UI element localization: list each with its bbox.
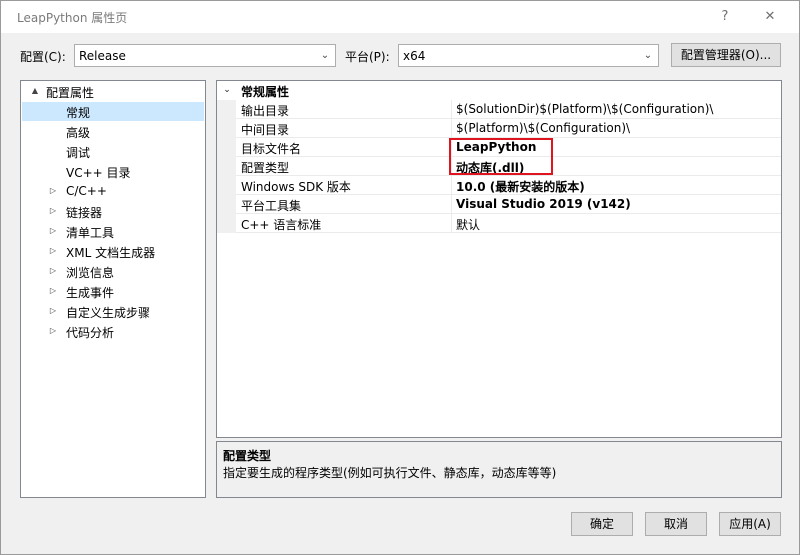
property-name: Windows SDK 版本 <box>241 180 351 194</box>
collapsed-triangle-icon[interactable]: ▷ <box>48 245 58 257</box>
tree-item-code-analysis[interactable]: ▷ 代码分析 <box>22 322 204 341</box>
tree-item-label: 调试 <box>66 146 91 160</box>
category-label: 常规属性 <box>241 85 290 99</box>
tree-item-label: C/C++ <box>66 184 107 198</box>
tree-item-label: 自定义生成步骤 <box>66 306 151 320</box>
expanded-triangle-icon[interactable]: ▲ <box>30 85 40 97</box>
tree-item-c-cpp[interactable]: ▷ C/C++ <box>22 182 204 201</box>
row-gutter <box>217 176 236 195</box>
property-name: 平台工具集 <box>241 199 302 213</box>
tree-item-label: 清单工具 <box>66 226 115 240</box>
tree-root-label: 配置属性 <box>46 86 95 100</box>
tree-item-label: 高级 <box>66 126 91 140</box>
chevron-down-icon: ⌄ <box>320 50 330 61</box>
chevron-down-icon: ⌄ <box>643 50 653 61</box>
tree-item-manifest-tool[interactable]: ▷ 清单工具 <box>22 222 204 241</box>
title-bar: LeapPython 属性页 ? ✕ <box>1 1 799 33</box>
dialog-title: LeapPython 属性页 <box>17 11 128 25</box>
property-row-output-dir[interactable]: 输出目录 $(SolutionDir)$(Platform)\$(Configu… <box>217 100 781 119</box>
platform-value: x64 <box>403 49 426 63</box>
tree-item-label: 浏览信息 <box>66 266 115 280</box>
property-row-platform-toolset[interactable]: 平台工具集 Visual Studio 2019 (v142) <box>217 195 781 214</box>
property-name: 输出目录 <box>241 104 290 118</box>
row-gutter <box>217 214 236 233</box>
help-icon[interactable]: ? <box>712 5 738 29</box>
row-gutter <box>217 157 236 176</box>
category-general-properties[interactable]: ⌄ 常规属性 <box>217 81 781 100</box>
ok-button[interactable]: 确定 <box>571 512 633 536</box>
collapsed-triangle-icon[interactable]: ▷ <box>48 325 58 337</box>
property-row-intermediate-dir[interactable]: 中间目录 $(Platform)\$(Configuration)\ <box>217 119 781 138</box>
property-value[interactable]: 默认 <box>456 216 480 233</box>
collapsed-triangle-icon[interactable]: ▷ <box>48 265 58 277</box>
description-title: 配置类型 <box>223 449 272 463</box>
row-gutter <box>217 100 236 119</box>
column-divider <box>451 100 452 119</box>
collapsed-triangle-icon[interactable]: ▷ <box>48 305 58 317</box>
property-name: C++ 语言标准 <box>241 218 322 232</box>
column-divider <box>451 119 452 138</box>
row-gutter <box>217 138 236 157</box>
property-value[interactable]: Visual Studio 2019 (v142) <box>456 197 631 211</box>
row-gutter <box>217 195 236 214</box>
tree-item-general[interactable]: 常规 <box>22 102 204 121</box>
collapsed-triangle-icon[interactable]: ▷ <box>48 225 58 237</box>
column-divider <box>451 176 452 195</box>
apply-button[interactable]: 应用(A) <box>719 512 781 536</box>
platform-label: 平台(P): <box>345 50 390 64</box>
property-value[interactable]: $(SolutionDir)$(Platform)\$(Configuratio… <box>456 102 713 116</box>
collapsed-triangle-icon[interactable]: ▷ <box>48 205 58 217</box>
property-row-windows-sdk-version[interactable]: Windows SDK 版本 10.0 (最新安装的版本) <box>217 176 781 195</box>
tree-item-label: 代码分析 <box>66 326 115 340</box>
property-value[interactable]: $(Platform)\$(Configuration)\ <box>456 121 630 135</box>
close-icon[interactable]: ✕ <box>757 5 783 29</box>
config-value: Release <box>79 49 126 63</box>
property-pages-dialog: LeapPython 属性页 ? ✕ 配置(C): Release ⌄ 平台(P… <box>0 0 800 555</box>
tree-item-advanced[interactable]: 高级 <box>22 122 204 141</box>
chevron-down-icon[interactable]: ⌄ <box>221 84 233 96</box>
tree-item-label: 常规 <box>66 106 91 120</box>
collapsed-triangle-icon[interactable]: ▷ <box>48 185 58 197</box>
red-highlight-box <box>449 138 553 175</box>
collapsed-triangle-icon[interactable]: ▷ <box>48 285 58 297</box>
property-row-cpp-language-standard[interactable]: C++ 语言标准 默认 <box>217 214 781 233</box>
tree-item-custom-build-step[interactable]: ▷ 自定义生成步骤 <box>22 302 204 321</box>
config-manager-button[interactable]: 配置管理器(O)... <box>671 43 781 67</box>
tree-item-linker[interactable]: ▷ 链接器 <box>22 202 204 221</box>
tree-item-label: XML 文档生成器 <box>66 246 156 260</box>
tree-item-xml-doc-generator[interactable]: ▷ XML 文档生成器 <box>22 242 204 261</box>
tree-item-label: VC++ 目录 <box>66 166 131 180</box>
tree-item-browse-info[interactable]: ▷ 浏览信息 <box>22 262 204 281</box>
description-panel: 配置类型 指定要生成的程序类型(例如可执行文件、静态库，动态库等等) <box>216 441 782 498</box>
property-value[interactable]: 10.0 (最新安装的版本) <box>456 178 585 195</box>
tree-item-label: 生成事件 <box>66 286 115 300</box>
tree-item-build-events[interactable]: ▷ 生成事件 <box>22 282 204 301</box>
tree-item-debugging[interactable]: 调试 <box>22 142 204 161</box>
platform-dropdown[interactable]: x64 ⌄ <box>398 44 659 67</box>
property-name: 目标文件名 <box>241 142 302 156</box>
column-divider <box>451 195 452 214</box>
property-name: 中间目录 <box>241 123 290 137</box>
cancel-button[interactable]: 取消 <box>645 512 707 536</box>
config-label: 配置(C): <box>20 50 66 64</box>
row-gutter <box>217 119 236 138</box>
tree-item-label: 链接器 <box>66 206 103 220</box>
tree-item-vc-directories[interactable]: VC++ 目录 <box>22 162 204 181</box>
description-text: 指定要生成的程序类型(例如可执行文件、静态库，动态库等等) <box>223 466 557 480</box>
property-grid: ⌄ 常规属性 输出目录 $(SolutionDir)$(Platform)\$(… <box>216 80 782 438</box>
tree-root-config-properties[interactable]: ▲ 配置属性 <box>22 82 204 101</box>
property-name: 配置类型 <box>241 161 290 175</box>
property-tree: ▲ 配置属性 常规 高级 调试 VC++ 目录 ▷ C/C++ ▷ 链接器 ▷ … <box>20 80 206 498</box>
column-divider <box>451 214 452 233</box>
config-dropdown[interactable]: Release ⌄ <box>74 44 336 67</box>
